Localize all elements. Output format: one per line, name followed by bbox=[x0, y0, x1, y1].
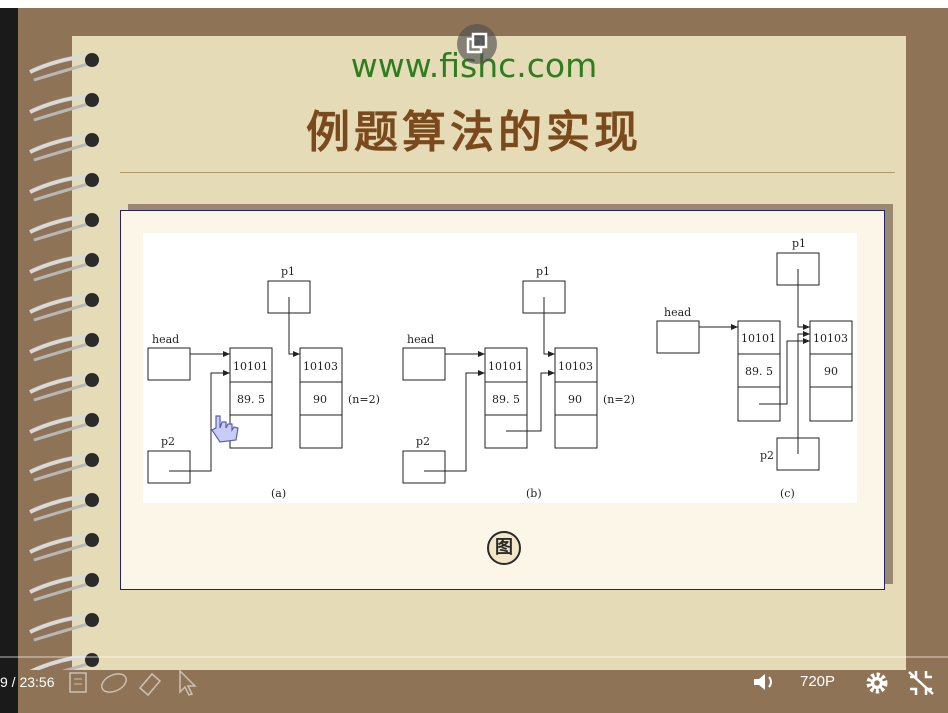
binding-hole bbox=[85, 493, 99, 507]
binding-hole bbox=[85, 173, 99, 187]
binding-ring bbox=[29, 214, 87, 234]
node1-score-b: 89. 5 bbox=[492, 393, 520, 406]
n-note-b: (n=2) bbox=[603, 393, 635, 406]
p1-label-a: p1 bbox=[281, 265, 295, 278]
slide-title: 例题算法的实现 bbox=[306, 107, 642, 158]
head-label-c: head bbox=[664, 306, 691, 319]
node1-num-a: 10101 bbox=[233, 360, 268, 373]
binding-ring bbox=[29, 174, 87, 194]
node2-num-c: 10103 bbox=[813, 332, 848, 345]
diagram-a bbox=[147, 280, 343, 484]
pointer-icon[interactable] bbox=[179, 669, 197, 696]
head-box-b bbox=[402, 347, 446, 381]
head-box-a bbox=[147, 347, 191, 381]
volume-icon[interactable] bbox=[752, 670, 778, 694]
node2-num-b: 10103 bbox=[558, 360, 593, 373]
caption-c: (c) bbox=[780, 487, 795, 500]
binding-ring bbox=[29, 534, 87, 554]
node1-score-c: 89. 5 bbox=[745, 365, 773, 378]
popout-icon[interactable] bbox=[457, 24, 497, 64]
p2-label-c: p2 bbox=[760, 449, 774, 462]
node2-num-a: 10103 bbox=[303, 360, 338, 373]
head-label-a: head bbox=[152, 333, 179, 346]
node1-num-b: 10101 bbox=[488, 360, 523, 373]
binding-ring bbox=[29, 334, 87, 354]
binding-hole bbox=[85, 413, 99, 427]
binding-hole bbox=[85, 253, 99, 267]
binding-ring bbox=[29, 374, 87, 394]
binding-ring bbox=[29, 454, 87, 474]
top-strip bbox=[0, 0, 948, 8]
p2-box-b bbox=[402, 450, 446, 484]
node2-score-a: 90 bbox=[313, 393, 327, 406]
eraser-icon[interactable] bbox=[138, 672, 162, 697]
caption-b: (b) bbox=[526, 487, 542, 500]
node2-score-c: 90 bbox=[824, 365, 838, 378]
binding-hole bbox=[85, 293, 99, 307]
p2-label-a: p2 bbox=[161, 435, 175, 448]
binding-hole bbox=[85, 453, 99, 467]
caption-a: (a) bbox=[271, 487, 286, 500]
n-note-a: (n=2) bbox=[348, 393, 380, 406]
diagram-b bbox=[402, 280, 598, 484]
binding-hole bbox=[85, 333, 99, 347]
p2-box-a bbox=[147, 450, 191, 484]
hand-cursor-icon bbox=[208, 412, 242, 450]
figure-label: 图 bbox=[487, 531, 521, 565]
video-frame: www.fishc.com 例题算法的实现 head p2 p1 10101 8… bbox=[0, 0, 948, 713]
p1-label-b: p1 bbox=[536, 265, 550, 278]
binding-ring bbox=[29, 494, 87, 514]
binding-ring bbox=[29, 574, 87, 594]
binding-ring bbox=[29, 254, 87, 274]
head-label-b: head bbox=[407, 333, 434, 346]
node1-num-c: 10101 bbox=[741, 332, 776, 345]
diagram-labels: head p2 p1 10101 89. 5 10103 90 (n=2) (a… bbox=[152, 237, 848, 500]
head-box-c bbox=[656, 320, 700, 354]
quality-button[interactable]: 720P bbox=[800, 673, 835, 690]
content-panel: head p2 p1 10101 89. 5 10103 90 (n=2) (a… bbox=[120, 210, 885, 590]
binding-ring bbox=[29, 614, 87, 634]
settings-icon[interactable] bbox=[864, 670, 890, 696]
binding-ring bbox=[29, 294, 87, 314]
title-divider bbox=[120, 172, 895, 173]
diagram-c bbox=[656, 252, 853, 471]
node1-score-a: 89. 5 bbox=[237, 393, 265, 406]
binding-hole bbox=[85, 613, 99, 627]
progress-bar[interactable] bbox=[0, 656, 948, 658]
fullscreen-exit-icon[interactable] bbox=[906, 669, 936, 697]
draw-icon[interactable] bbox=[99, 670, 129, 695]
node2-score-b: 90 bbox=[568, 393, 582, 406]
linked-list-diagram: head p2 p1 10101 89. 5 10103 90 (n=2) (a… bbox=[143, 233, 857, 503]
diagram-svg: head p2 p1 10101 89. 5 10103 90 (n=2) (a… bbox=[147, 237, 853, 500]
binding-hole bbox=[85, 373, 99, 387]
binding-hole bbox=[85, 533, 99, 547]
notes-icon[interactable] bbox=[69, 672, 87, 693]
p2-label-b: p2 bbox=[416, 435, 430, 448]
binding-hole bbox=[85, 213, 99, 227]
binding-ring bbox=[29, 414, 87, 434]
p1-label-c: p1 bbox=[792, 237, 806, 250]
time-display: 9 / 23:56 bbox=[0, 674, 55, 690]
annotation-tools bbox=[69, 669, 197, 697]
binding-hole bbox=[85, 573, 99, 587]
